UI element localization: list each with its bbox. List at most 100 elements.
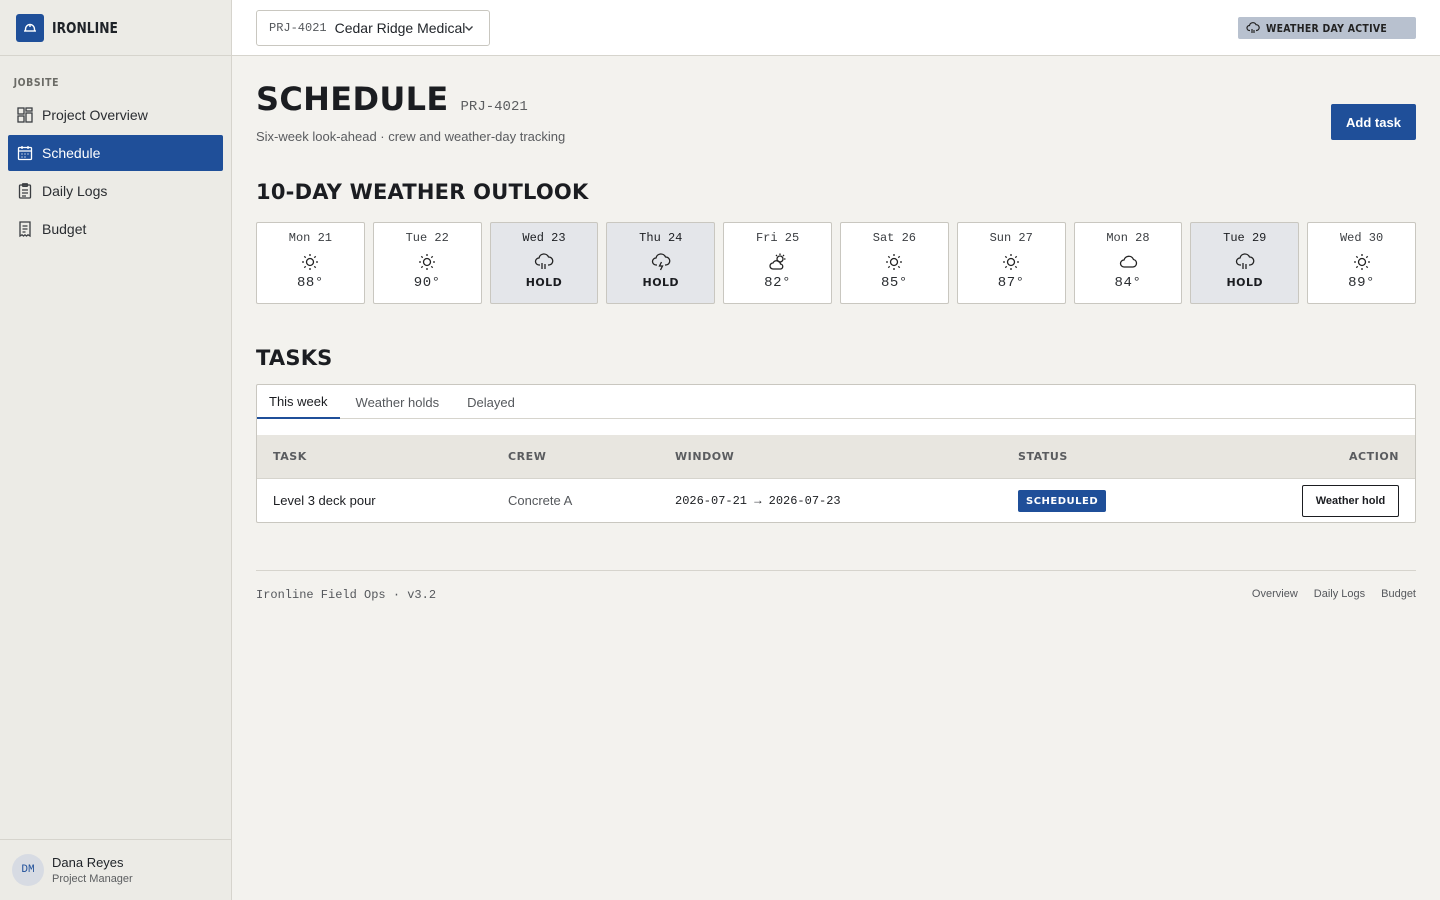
status-badge: SCHEDULED xyxy=(1018,490,1107,512)
column-header-action: ACTION xyxy=(1348,450,1399,463)
footer-links: Overview Daily Logs Budget xyxy=(1252,588,1416,600)
day-label: Fri 25 xyxy=(755,231,800,245)
project-name: Cedar Ridge Medical xyxy=(334,20,466,36)
column-header-status: STATUS xyxy=(1018,450,1068,463)
calendar-icon xyxy=(17,146,33,161)
day-temp: 84° xyxy=(1114,275,1142,291)
tab-delayed[interactable]: Delayed xyxy=(455,385,527,419)
day-label: Wed 23 xyxy=(522,231,566,245)
forecast-day: Mon 21 88° xyxy=(256,222,365,304)
project-selector[interactable]: PRJ-4021 Cedar Ridge Medical xyxy=(256,10,490,46)
table-row: Level 3 deck pour Concrete A 2026-07-21 … xyxy=(257,480,1415,523)
day-label: Sat 26 xyxy=(872,231,916,245)
weather-forecast: Mon 21 88° Tue 22 90° Wed 23 HOLD Thu 24… xyxy=(256,222,1416,304)
footer: Ironline Field Ops · v3.2 Overview Daily… xyxy=(256,570,1416,610)
tab-weather-holds[interactable]: Weather holds xyxy=(344,385,452,419)
task-window: 2026-07-21 → 2026-07-23 xyxy=(675,494,841,508)
hold-label: HOLD xyxy=(525,276,563,289)
sidebar-item-project-overview[interactable]: Project Overview xyxy=(8,97,223,133)
sun-icon xyxy=(886,254,903,270)
clipboard-icon xyxy=(18,183,32,199)
task-name: Level 3 deck pour xyxy=(273,493,376,508)
weather-badge-label: WEATHER DAY ACTIVE xyxy=(1265,21,1387,35)
footer-link-daily-logs[interactable]: Daily Logs xyxy=(1314,588,1365,600)
forecast-day: Tue 22 90° xyxy=(372,222,482,304)
day-temp: 90° xyxy=(413,275,441,291)
column-header-crew: CREW xyxy=(508,450,547,463)
sun-icon xyxy=(1003,254,1020,270)
hold-label: HOLD xyxy=(1226,276,1263,289)
user-info: Dana Reyes Project Manager xyxy=(52,855,133,885)
forecast-day: Sat 26 85° xyxy=(839,222,949,304)
forecast-day: Wed 30 89° xyxy=(1307,222,1416,304)
footer-link-budget[interactable]: Budget xyxy=(1381,588,1416,600)
storm-icon xyxy=(651,253,671,271)
table-header: TASK CREW WINDOW STATUS ACTION xyxy=(257,435,1415,479)
user-name: Dana Reyes xyxy=(52,855,124,870)
sidebar-item-budget[interactable]: Budget xyxy=(8,211,223,247)
user-profile[interactable]: DM Dana Reyes Project Manager xyxy=(0,839,231,900)
sun-icon xyxy=(419,254,436,270)
forecast-day: Mon 28 84° xyxy=(1073,222,1183,304)
forecast-day: Fri 25 82° xyxy=(723,222,832,304)
sidebar-item-schedule[interactable]: Schedule xyxy=(8,135,223,171)
avatar: DM xyxy=(12,854,44,886)
forecast-day-hold: Wed 23 HOLD xyxy=(489,222,599,304)
partly-cloudy-icon xyxy=(769,253,786,270)
project-code: PRJ-4021 xyxy=(269,21,327,35)
sun-icon xyxy=(1353,254,1370,270)
weather-hold-button[interactable]: Weather hold xyxy=(1302,485,1399,517)
page-title: SCHEDULE xyxy=(256,80,449,118)
sidebar-nav: Project Overview Schedule Daily Logs Bud… xyxy=(0,97,231,247)
topbar: PRJ-4021 Cedar Ridge Medical WEATHER DAY… xyxy=(232,0,1440,56)
day-temp: 85° xyxy=(880,275,908,291)
day-temp: 89° xyxy=(1348,275,1376,291)
add-task-button[interactable]: Add task xyxy=(1331,104,1416,140)
sidebar-item-label: Daily Logs xyxy=(42,183,108,199)
receipt-icon xyxy=(19,221,31,238)
sidebar-item-label: Schedule xyxy=(42,145,101,161)
day-label: Tue 29 xyxy=(1223,231,1267,245)
forecast-day: Sun 27 87° xyxy=(956,222,1066,304)
day-label: Mon 21 xyxy=(288,231,332,245)
brand-name: IRONLINE xyxy=(52,18,118,37)
weather-section-title: 10-DAY WEATHER OUTLOOK xyxy=(256,180,589,204)
day-temp: 88° xyxy=(296,275,324,291)
brand: IRONLINE xyxy=(0,0,231,56)
rain-icon xyxy=(1235,253,1255,269)
main-content: SCHEDULE PRJ-4021 Six-week look-ahead · … xyxy=(256,56,1416,523)
day-label: Sun 27 xyxy=(989,231,1033,245)
sidebar-item-daily-logs[interactable]: Daily Logs xyxy=(8,173,223,209)
cloud-icon xyxy=(1119,255,1138,268)
column-header-window: WINDOW xyxy=(675,450,735,463)
tasks-section-title: TASKS xyxy=(256,346,333,370)
chevron-down-icon xyxy=(465,26,473,31)
hold-label: HOLD xyxy=(642,276,680,289)
sun-icon xyxy=(302,254,319,270)
user-role: Project Manager xyxy=(52,873,133,885)
column-header-task: TASK xyxy=(273,450,307,463)
hard-hat-icon xyxy=(16,13,44,42)
day-label: Thu 24 xyxy=(639,231,683,245)
sidebar: IRONLINE JOBSITE Project Overview Schedu… xyxy=(0,0,232,900)
dashboard-icon xyxy=(17,107,33,123)
nav-section-label: JOBSITE xyxy=(13,76,60,89)
forecast-day-hold: Tue 29 HOLD xyxy=(1190,222,1300,304)
task-tabs: This week Weather holds Delayed xyxy=(257,385,1415,419)
tasks-card: This week Weather holds Delayed TASK CRE… xyxy=(256,384,1416,523)
day-temp: 87° xyxy=(997,275,1025,291)
footer-version: Ironline Field Ops · v3.2 xyxy=(256,588,437,602)
footer-link-overview[interactable]: Overview xyxy=(1252,588,1298,600)
day-label: Wed 30 xyxy=(1339,231,1384,245)
rain-cloud-icon xyxy=(1246,22,1260,33)
page-subtitle: Six-week look-ahead · crew and weather-d… xyxy=(256,129,566,144)
tab-this-week[interactable]: This week xyxy=(257,385,340,419)
day-temp: 82° xyxy=(764,275,792,291)
page-header: SCHEDULE PRJ-4021 xyxy=(256,80,1416,118)
page-project-code: PRJ-4021 xyxy=(460,99,528,115)
weather-day-badge: WEATHER DAY ACTIVE xyxy=(1237,17,1416,39)
rain-icon xyxy=(534,253,554,269)
day-label: Tue 22 xyxy=(405,231,449,245)
sidebar-item-label: Project Overview xyxy=(42,107,148,123)
forecast-day-hold: Thu 24 HOLD xyxy=(606,222,716,304)
